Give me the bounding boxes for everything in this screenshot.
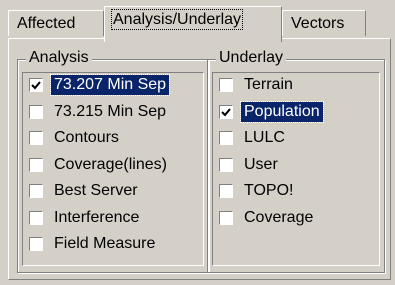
underlay-item-label: User <box>244 155 278 173</box>
underlay-item[interactable]: Terrain <box>213 73 379 100</box>
analysis-item-label: Best Server <box>54 182 138 199</box>
underlay-item-checkbox[interactable] <box>219 184 233 198</box>
analysis-item-label: Field Measure <box>54 235 156 252</box>
underlay-item[interactable]: TOPO! <box>213 179 379 206</box>
analysis-item-label: Coverage(lines) <box>54 155 167 173</box>
analysis-item-label: Contours <box>54 129 119 146</box>
underlay-item-label: Population <box>240 100 324 123</box>
analysis-group-title: Analysis <box>26 49 92 67</box>
analysis-item-checkbox[interactable] <box>29 131 43 145</box>
tab-vectors[interactable]: Vectors <box>282 10 366 36</box>
analysis-item-checkbox[interactable] <box>29 104 43 119</box>
underlay-item[interactable]: User <box>213 153 379 180</box>
checkmark-icon <box>31 81 41 90</box>
underlay-item-checkbox[interactable] <box>219 104 233 119</box>
analysis-item-checkbox[interactable] <box>29 210 43 225</box>
underlay-item-label: Coverage <box>244 208 314 226</box>
analysis-item-label: Interference <box>54 208 140 226</box>
tab-analysis-underlay-label: Analysis/Underlay <box>110 9 244 30</box>
underlay-item-checkbox[interactable] <box>219 78 233 92</box>
underlay-group: Underlay Terrain Population LULC User TOPO! C… <box>207 49 385 273</box>
analysis-item-label: 73.207 Min Sep <box>49 74 171 96</box>
analysis-item[interactable]: Coverage(lines) <box>23 153 203 180</box>
underlay-item-checkbox[interactable] <box>219 210 233 225</box>
tab-vectors-label: Vectors <box>291 15 345 32</box>
tab-affected-label: Affected <box>17 15 76 32</box>
analysis-item[interactable]: 73.215 Min Sep <box>23 100 203 127</box>
analysis-item-checkbox[interactable] <box>29 237 43 251</box>
underlay-group-title: Underlay <box>216 49 287 67</box>
analysis-item[interactable]: Interference <box>23 206 203 233</box>
analysis-item[interactable]: Field Measure <box>23 232 203 259</box>
underlay-item-label: LULC <box>244 129 285 146</box>
analysis-group: Analysis 73.207 Min Sep 73.215 Min Sep Con… <box>17 49 209 273</box>
underlay-item[interactable]: Population <box>213 100 379 127</box>
underlay-checklist[interactable]: Terrain Population LULC User TOPO! Coverage <box>212 72 380 266</box>
underlay-item[interactable]: Coverage <box>213 206 379 233</box>
analysis-item-checkbox[interactable] <box>29 157 43 172</box>
tab-panel: Analysis 73.207 Min Sep 73.215 Min Sep Con… <box>8 38 391 280</box>
underlay-item-label: TOPO! <box>244 182 294 199</box>
analysis-item[interactable]: 73.207 Min Sep <box>23 73 203 100</box>
analysis-item-label: 73.215 Min Sep <box>54 102 167 120</box>
analysis-item[interactable]: Best Server <box>23 179 203 206</box>
tab-analysis-underlay[interactable]: Analysis/Underlay <box>104 6 282 42</box>
underlay-item-label: Terrain <box>244 76 293 93</box>
checkmark-icon <box>221 107 231 116</box>
tab-affected[interactable]: Affected <box>8 10 104 36</box>
underlay-item-checkbox[interactable] <box>219 131 233 145</box>
underlay-item[interactable]: LULC <box>213 126 379 153</box>
underlay-item-checkbox[interactable] <box>219 157 233 172</box>
analysis-item[interactable]: Contours <box>23 126 203 153</box>
analysis-checklist[interactable]: 73.207 Min Sep 73.215 Min Sep Contours Cove… <box>22 72 204 266</box>
analysis-item-checkbox[interactable] <box>29 78 43 92</box>
analysis-item-checkbox[interactable] <box>29 184 43 198</box>
